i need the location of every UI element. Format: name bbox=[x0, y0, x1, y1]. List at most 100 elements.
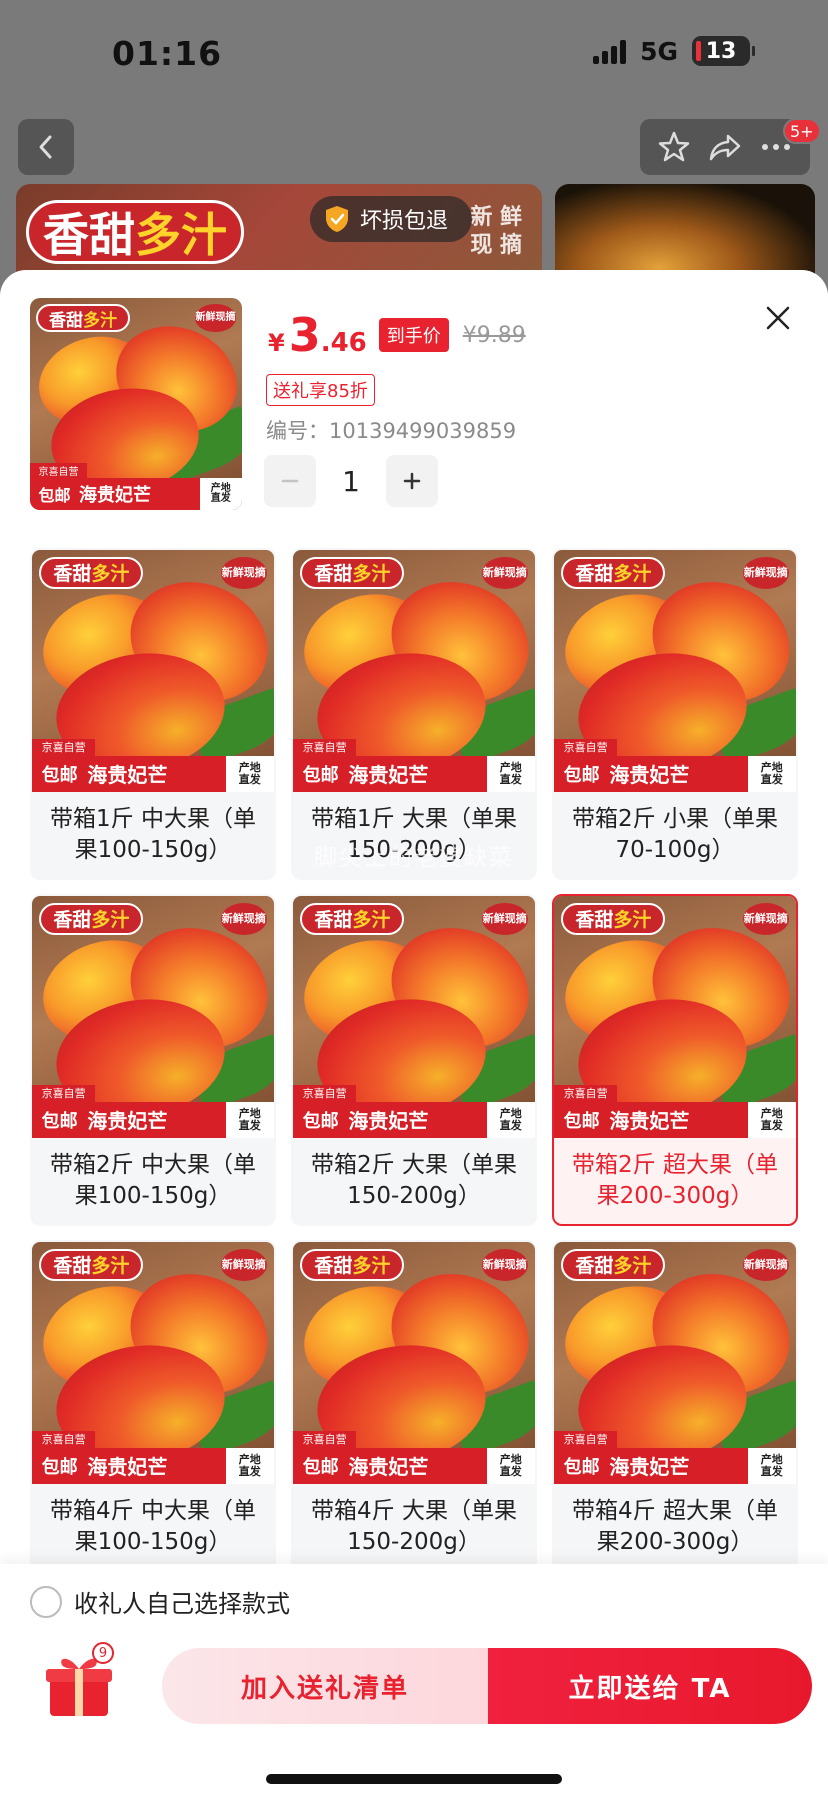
image-jd-tag: 京喜自营 bbox=[554, 1430, 618, 1448]
sku-option-card[interactable]: 香甜 多汁 新鲜 现摘 京喜自营 包邮 海贵妃芒 产地 直发 带箱2斤 大果（单果150-200g… bbox=[291, 894, 537, 1226]
original-price: ¥9.89 bbox=[462, 322, 526, 348]
sku-option-card[interactable]: 香甜 多汁 新鲜 现摘 京喜自营 包邮 海贵妃芒 产地 直发 带箱4斤 大果（单果150-200g… bbox=[291, 1240, 537, 1572]
image-jd-tag: 京喜自营 bbox=[293, 1430, 357, 1448]
image-jd-tag: 京喜自营 bbox=[293, 1084, 357, 1102]
close-button[interactable] bbox=[758, 298, 798, 338]
sku-option-label: 带箱2斤 中大果（单果100-150g） bbox=[50, 1152, 256, 1209]
back-arrow-icon bbox=[39, 135, 52, 159]
sku-option-card[interactable]: 香甜 多汁 新鲜 现摘 京喜自营 包邮 海贵妃芒 产地 直发 带箱1斤 大果（单果150-200g… bbox=[291, 548, 537, 880]
image-fresh-tag: 新鲜 现摘 bbox=[481, 1249, 528, 1281]
gift-list-button[interactable]: 9 bbox=[44, 1642, 114, 1718]
refund-badge: 坏损包退 bbox=[310, 196, 473, 242]
image-bottom-strip: 包邮 海贵妃芒 产地 直发 bbox=[554, 755, 796, 792]
network-type: 5G bbox=[640, 36, 678, 66]
sku-option-card[interactable]: 香甜 多汁 新鲜 现摘 京喜自营 包邮 海贵妃芒 产地 直发带箱2斤 中大果（单果100-150… bbox=[30, 894, 276, 1226]
sku-option-image: 香甜 多汁 新鲜 现摘京喜自营 包邮 海贵妃芒 产地 直发 bbox=[32, 550, 274, 792]
quantity-stepper: 1 bbox=[264, 455, 438, 507]
radio-button[interactable] bbox=[30, 1585, 62, 1618]
sku-option-image: 香甜 多汁 新鲜 现摘 京喜自营 包邮 海贵妃芒 产地 直发 bbox=[554, 550, 796, 792]
share-button[interactable] bbox=[708, 130, 742, 164]
image-top-tag: 香甜 多汁 bbox=[300, 1249, 405, 1281]
image-fresh-tag: 新鲜 现摘 bbox=[481, 903, 528, 935]
sku-option-label: 带箱2斤 超大果（单果200-300g） bbox=[572, 1152, 778, 1209]
product-image: 香甜 多汁 新鲜 现摘 京喜自营 包邮 海贵妃芒 产地 直发 bbox=[554, 896, 796, 1138]
image-top-tag: 香甜 多汁 bbox=[36, 304, 130, 332]
minus-icon bbox=[281, 479, 299, 483]
banner-tag: 香甜 多汁 bbox=[26, 200, 244, 264]
image-bottom-strip: 包邮 海贵妃芒 产地 直发 bbox=[293, 1101, 535, 1138]
image-top-tag: 香甜 多汁 bbox=[561, 557, 666, 589]
sku-option-label: 带箱4斤 超大果（单果200-300g） bbox=[572, 1498, 778, 1555]
signal-icon bbox=[593, 38, 627, 64]
increase-button[interactable] bbox=[386, 455, 438, 507]
product-image: 香甜 多汁 新鲜 现摘 京喜自营 包邮 海贵妃芒 产地 直发 bbox=[293, 1242, 535, 1484]
notification-badge: 5+ bbox=[783, 118, 821, 144]
sku-option-label: 带箱2斤 小果（单果70-100g） bbox=[572, 806, 778, 863]
image-top-tag: 香甜 多汁 bbox=[39, 903, 144, 935]
image-bottom-strip: 包邮 海贵妃芒 产地 直发 bbox=[32, 755, 274, 792]
add-to-gift-list-button[interactable]: 加入送礼清单 bbox=[162, 1648, 488, 1724]
image-top-tag: 香甜 多汁 bbox=[561, 1249, 666, 1281]
sku-code: 编号：10139499039859 bbox=[266, 419, 517, 443]
price-decimal: .46 bbox=[320, 328, 367, 358]
banner-fresh-label: 新 鲜现 摘 bbox=[470, 205, 522, 258]
decrease-button[interactable] bbox=[264, 455, 316, 507]
price-row: ¥ 3 .46 到手价 ¥9.89 bbox=[268, 308, 526, 362]
back-button[interactable] bbox=[18, 119, 74, 175]
image-top-tag: 香甜 多汁 bbox=[561, 903, 666, 935]
product-image: 香甜 多汁 新鲜 现摘 京喜自营 包邮 海贵妃芒 产地 直发 bbox=[30, 298, 242, 510]
image-jd-tag: 京喜自营 bbox=[30, 463, 87, 478]
product-image: 香甜 多汁 新鲜 现摘 京喜自营 包邮 海贵妃芒 产地 直发 bbox=[32, 896, 274, 1138]
product-thumbnail: 香甜 多汁 新鲜 现摘 京喜自营 包邮 海贵妃芒 产地 直发 bbox=[30, 298, 242, 510]
image-fresh-tag: 新鲜 现摘 bbox=[195, 304, 236, 332]
recipient-choose-option[interactable]: 收礼人自己选择款式 bbox=[30, 1584, 290, 1619]
product-image: 香甜 多汁 新鲜 现摘 京喜自营 包邮 海贵妃芒 产地 直发 bbox=[554, 550, 796, 792]
price-integer: 3 bbox=[288, 308, 321, 362]
sku-option-card[interactable]: 香甜 多汁 新鲜 现摘 京喜自营 包邮 海贵妃芒 产地 直发 带箱4斤 中大果（单果100-150… bbox=[30, 1240, 276, 1572]
favorite-button[interactable] bbox=[657, 130, 691, 164]
image-bottom-strip: 包邮 海贵妃芒 产地 直发 bbox=[32, 1447, 274, 1484]
gift-list-count: 9 bbox=[92, 1642, 114, 1664]
sku-option-card[interactable]: 香甜 多汁 新鲜 现摘 京喜自营 包邮 海贵妃芒 产地 直发 带箱2斤 小果（单果70-100g） bbox=[552, 548, 798, 880]
recipient-choose-label: 收礼人自己选择款式 bbox=[74, 1590, 290, 1618]
refund-text: 坏损包退 bbox=[360, 209, 449, 234]
price-currency: ¥ bbox=[268, 329, 285, 357]
product-image: 香甜 多汁 新鲜 现摘 京喜自营 包邮 海贵妃芒 产地 直发 bbox=[32, 1242, 274, 1484]
product-image: 香甜 多汁 新鲜 现摘 京喜自营 包邮 海贵妃芒 产地 直发 bbox=[293, 550, 535, 792]
shield-icon bbox=[326, 206, 348, 232]
sku-option-image: 香甜 多汁 新鲜 现摘京喜自营 包邮 海贵妃芒 产地 直发 bbox=[554, 1242, 796, 1484]
sku-option-card[interactable]: 香甜 多汁 新鲜 现摘 京喜自营 包邮 海贵妃芒 产地 直发 带箱1斤 中大果（单果100-150… bbox=[30, 548, 276, 880]
image-bottom-strip: 包邮 海贵妃芒 产地 直发 bbox=[32, 1101, 274, 1138]
quantity-value[interactable]: 1 bbox=[316, 465, 386, 498]
final-price-tag: 到手价 bbox=[378, 318, 449, 352]
image-top-tag: 香甜 多汁 bbox=[300, 557, 405, 589]
page-backdrop: 01:16 5G 13 5+ 香甜 多汁 新 鲜现 摘 坏损包退 bbox=[0, 0, 828, 300]
image-top-tag: 香甜 多汁 bbox=[39, 557, 144, 589]
image-fresh-tag: 新鲜 现摘 bbox=[742, 557, 789, 589]
sku-option-card[interactable]: 香甜 多汁 新鲜 现摘京喜自营 包邮 海贵妃芒 产地 直发带箱4斤 超大果（单果200-300… bbox=[552, 1240, 798, 1572]
send-gift-button[interactable]: 立即送给 TA bbox=[488, 1648, 812, 1724]
image-jd-tag: 京喜自营 bbox=[32, 1084, 96, 1102]
sku-option-image: 香甜 多汁 新鲜 现摘 京喜自营 包邮 海贵妃芒 产地 直发 bbox=[293, 550, 535, 792]
star-icon bbox=[658, 131, 689, 162]
sku-option-label: 带箱2斤 大果（单果150-200g） bbox=[311, 1152, 517, 1209]
image-bottom-strip: 包邮 海贵妃芒 产地 直发 bbox=[554, 1447, 796, 1484]
product-image: 香甜 多汁 新鲜 现摘 京喜自营 包邮 海贵妃芒 产地 直发 bbox=[293, 896, 535, 1138]
image-jd-tag: 京喜自营 bbox=[32, 1430, 96, 1448]
home-indicator bbox=[266, 1774, 562, 1784]
image-fresh-tag: 新鲜 现摘 bbox=[220, 557, 267, 589]
image-fresh-tag: 新鲜 现摘 bbox=[481, 557, 528, 589]
image-fresh-tag: 新鲜 现摘 bbox=[742, 1249, 789, 1281]
sku-options-grid: 香甜 多汁 新鲜 现摘 京喜自营 包邮 海贵妃芒 产地 直发 带箱1斤 中大果（单果100-150… bbox=[30, 548, 798, 1572]
image-jd-tag: 京喜自营 bbox=[32, 738, 96, 756]
image-bottom-strip: 包邮 海贵妃芒 产地 直发 bbox=[293, 755, 535, 792]
sku-option-card[interactable]: 香甜 多汁 新鲜 现摘 京喜自营 包邮 海贵妃芒 产地 直发 带箱2斤 超大果（单果200-300… bbox=[552, 894, 798, 1226]
image-jd-tag: 京喜自营 bbox=[554, 1084, 618, 1102]
sku-option-image: 香甜 多汁 新鲜 现摘 京喜自营 包邮 海贵妃芒 产地 直发 bbox=[32, 896, 274, 1138]
sku-option-label: 带箱1斤 大果（单果150-200g） bbox=[311, 806, 517, 863]
gift-discount-badge: 送礼享85折 bbox=[266, 374, 375, 406]
sku-option-image: 香甜 多汁 新鲜 现摘 京喜自营 包邮 海贵妃芒 产地 直发 bbox=[32, 1242, 274, 1484]
image-fresh-tag: 新鲜 现摘 bbox=[742, 903, 789, 935]
status-indicators: 5G 13 bbox=[593, 36, 755, 66]
product-image: 香甜 多汁 新鲜 现摘京喜自营 包邮 海贵妃芒 产地 直发 bbox=[32, 550, 274, 792]
